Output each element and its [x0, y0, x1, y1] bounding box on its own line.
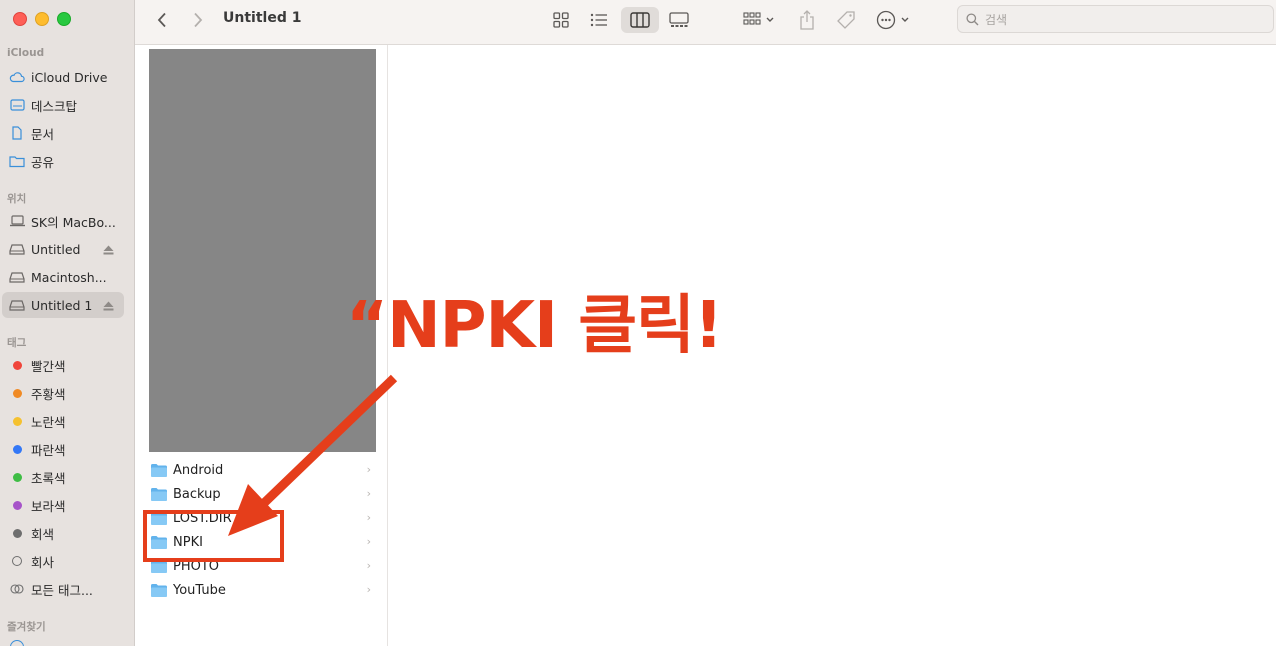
annotation-arrow — [228, 374, 398, 536]
